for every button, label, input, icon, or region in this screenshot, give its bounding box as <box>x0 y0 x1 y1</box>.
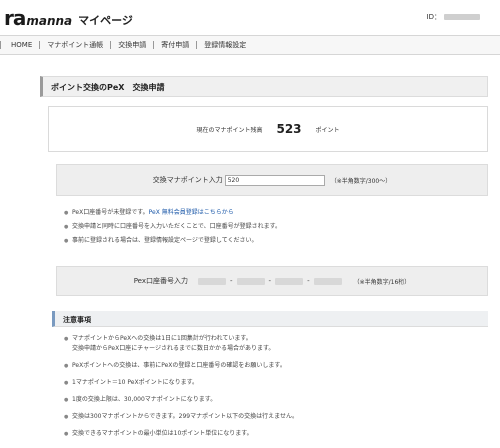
nav-home[interactable]: HOME <box>0 41 39 49</box>
nav-exchange[interactable]: 交換申請 <box>110 41 153 49</box>
exchange-note: （※半角数字/300〜） <box>330 177 392 185</box>
exchange-label: 交換マナポイント入力 <box>152 176 223 184</box>
info-item: 交換申請と同時に口座番号を入力いただくことで、口座番号が登録されます。 <box>64 220 484 234</box>
note-item: 交換は300マナポイントからできます。299マナポイント以下の交換は行えません。 <box>64 412 484 422</box>
logo-text: manna <box>26 14 73 28</box>
account-panel: Pex口座番号入力 - - - （※半角数字/16桁） <box>56 266 488 296</box>
main-nav: HOME マナポイント通帳 交換申請 寄付申請 登録情報設定 <box>0 35 500 55</box>
balance-label: 現在のマナポイント残高 <box>196 126 263 134</box>
note-item: マナポイントからPeXへの交換は1日に1回集計が行われています。 交換申請からP… <box>64 334 484 354</box>
notes-header: 注意事項 <box>52 311 488 327</box>
exchange-points-input[interactable] <box>224 174 325 186</box>
user-id: ID： <box>427 12 480 22</box>
page-title: ポイント交換のPeX 交換申請 <box>51 83 165 92</box>
account-field-2[interactable] <box>236 277 265 285</box>
logo-mark: ra <box>4 6 26 30</box>
info-item: 事前に登録される場合は、登録情報設定ページで登録してください。 <box>64 234 484 248</box>
info-item: PeX口座番号が未登録です。PeX 無料会員登録はこちらから <box>64 206 484 220</box>
account-label: Pex口座番号入力 <box>133 277 189 285</box>
manna-logo[interactable]: ra manna マイページ <box>4 8 133 28</box>
balance-panel: 現在のマナポイント残高 523 ポイント <box>48 106 488 152</box>
note-item: 1度の交換上限は、30,000マナポイントになります。 <box>64 395 484 405</box>
mypage-title: マイページ <box>78 14 133 27</box>
dash: - <box>268 277 272 285</box>
dash: - <box>307 277 310 285</box>
page-title-bar: ポイント交換のPeX 交換申請 <box>40 76 488 97</box>
nav-settings[interactable]: 登録情報設定 <box>196 41 253 49</box>
info-list: PeX口座番号が未登録です。PeX 無料会員登録はこちらから 交換申請と同時に口… <box>64 206 484 248</box>
balance-value: 523 <box>276 122 302 136</box>
pex-register-link[interactable]: PeX 無料会員登録はこちらから <box>149 209 234 216</box>
account-field-3[interactable] <box>275 277 304 285</box>
header: ra manna マイページ ID： <box>0 0 500 34</box>
user-id-label: ID： <box>426 13 441 21</box>
note-item: PeXポイントへの交換は、事前にPeXの登録と口座番号の確認をお願いします。 <box>64 361 484 371</box>
user-id-redacted <box>444 14 480 20</box>
note-text: マナポイントからPeXへの交換は1日に1回集計が行われています。 <box>72 335 252 342</box>
nav-donation[interactable]: 寄付申請 <box>153 41 196 49</box>
exchange-panel: 交換マナポイント入力 （※半角数字/300〜） <box>56 164 488 196</box>
info-unregistered-text: PeX口座番号が未登録です。 <box>72 209 149 216</box>
notes-list: マナポイントからPeXへの交換は1日に1回集計が行われています。 交換申請からP… <box>64 334 484 446</box>
note-item: 交換できるマナポイントの最小単位は10ポイント単位になります。 <box>64 429 484 439</box>
dash: - <box>230 277 233 285</box>
note-item: 1マナポイント＝10 PeXポイントになります。 <box>64 378 484 388</box>
account-field-4[interactable] <box>313 277 342 285</box>
notes-title: 注意事項 <box>63 316 91 324</box>
note-text: 交換申請からPeX口座にチャージされるまでに数日かかる場合があります。 <box>72 345 275 352</box>
account-field-1[interactable] <box>198 277 227 285</box>
account-note: （※半角数字/16桁） <box>353 278 411 286</box>
balance-unit: ポイント <box>315 126 340 134</box>
nav-point-passbook[interactable]: マナポイント通帳 <box>39 41 110 49</box>
